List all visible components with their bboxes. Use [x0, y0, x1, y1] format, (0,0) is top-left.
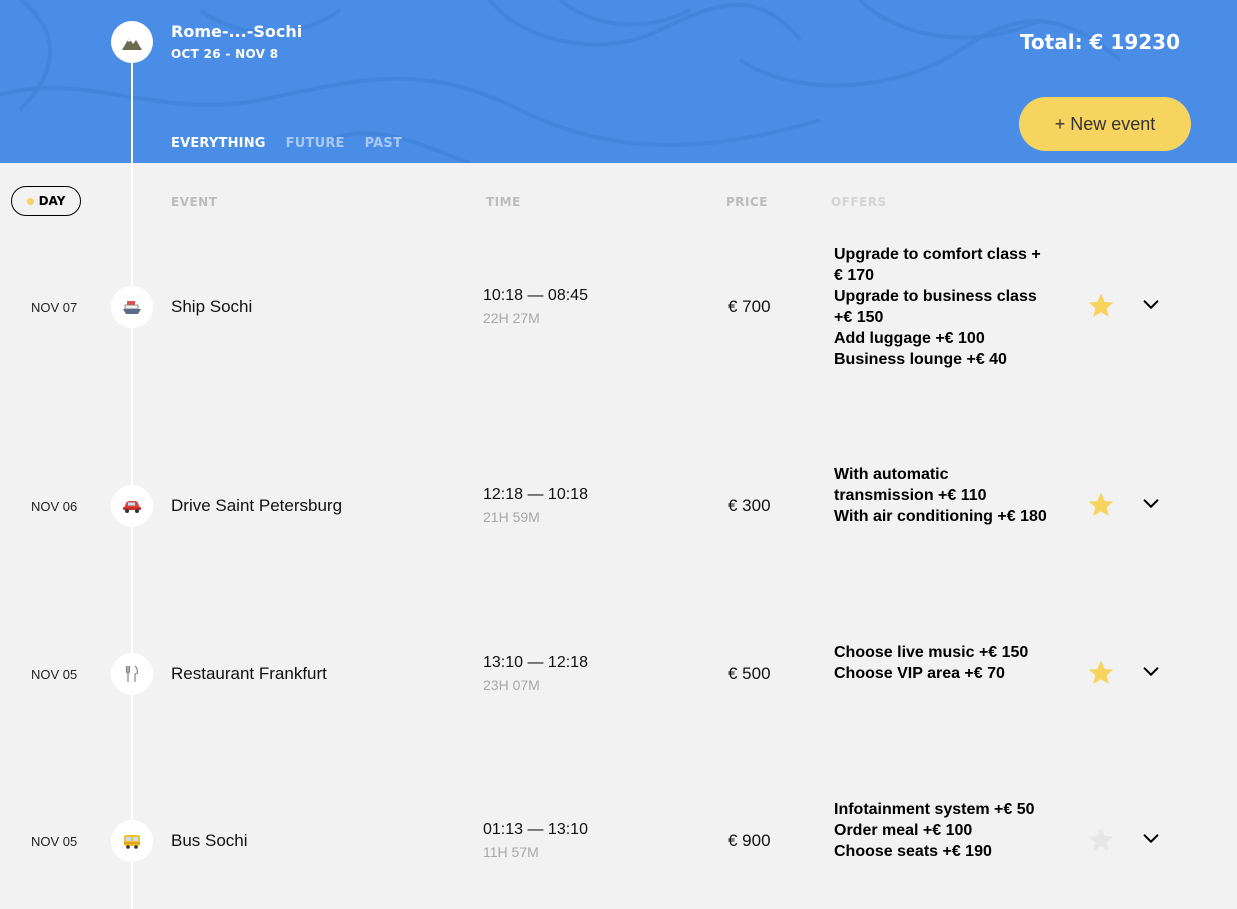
active-sort-dot [26, 197, 34, 205]
event-offers: Choose live music +€ 150 Choose VIP area… [834, 642, 1049, 684]
event-price: € 500 [728, 664, 771, 683]
offer-item: Choose live music +€ 150 [834, 644, 1029, 661]
car-icon [111, 485, 153, 527]
trip-total: Total: € 19230 [1019, 30, 1180, 54]
event-time: 01:13 — 13:10 [483, 821, 588, 838]
offer-item: Choose seats +€ 190 [834, 843, 992, 860]
offer-item: Order meal +€ 100 [834, 822, 973, 839]
trip-dates: OCT 26 - NOV 8 [171, 47, 279, 61]
event-offers: With automatic transmission +€ 110 With … [834, 464, 1049, 527]
offer-item: Add luggage +€ 100 [834, 330, 985, 347]
event-name: Restaurant Frankfurt [171, 664, 327, 683]
column-header-event[interactable]: EVENT [171, 195, 217, 209]
ship-icon [111, 286, 153, 328]
filter-future[interactable]: FUTURE [286, 136, 345, 151]
event-date: NOV 06 [31, 499, 78, 514]
sort-day-label: DAY [38, 194, 66, 208]
chevron-down-icon[interactable] [1140, 294, 1162, 316]
event-date: NOV 05 [31, 834, 78, 849]
event-offers: Upgrade to comfort class +€ 170 Upgrade … [834, 244, 1049, 370]
event-price: € 700 [728, 297, 771, 316]
bus-icon [111, 820, 153, 862]
offer-item: With air conditioning +€ 180 [834, 508, 1047, 525]
favorite-star-icon[interactable] [1087, 826, 1115, 854]
new-event-button[interactable]: + New event [1019, 97, 1191, 151]
event-name: Bus Sochi [171, 831, 248, 850]
offer-item: With automatic transmission +€ 110 [834, 466, 987, 504]
offer-item: Business lounge +€ 40 [834, 351, 1007, 368]
event-date: NOV 05 [31, 667, 78, 682]
event-price: € 900 [728, 831, 771, 850]
column-header-price[interactable]: PRICE [726, 195, 768, 209]
column-header-time[interactable]: TIME [486, 195, 521, 209]
mountain-icon [122, 38, 142, 50]
event-offers: Infotainment system +€ 50 Order meal +€ … [834, 799, 1049, 862]
offer-item: Infotainment system +€ 50 [834, 801, 1035, 818]
event-duration: 21H 59M [483, 509, 540, 525]
event-price: € 300 [728, 496, 771, 515]
event-date: NOV 07 [31, 300, 78, 315]
offer-item: Upgrade to comfort class +€ 170 [834, 246, 1041, 284]
column-header-offers: OFFERS [831, 195, 887, 209]
event-time: 13:10 — 12:18 [483, 654, 588, 671]
sort-day-button[interactable]: DAY [11, 186, 81, 216]
chevron-down-icon[interactable] [1140, 828, 1162, 850]
filter-past[interactable]: PAST [365, 136, 402, 151]
trip-title: Rome-...-Sochi [171, 22, 303, 41]
restaurant-icon [111, 653, 153, 695]
event-name: Ship Sochi [171, 297, 253, 316]
favorite-star-icon[interactable] [1087, 292, 1115, 320]
trip-header: Rome-...-Sochi OCT 26 - NOV 8 Total: € 1… [0, 0, 1237, 163]
favorite-star-icon[interactable] [1087, 491, 1115, 519]
event-time: 10:18 — 08:45 [483, 287, 588, 304]
offer-item: Upgrade to business class +€ 150 [834, 288, 1037, 326]
favorite-star-icon[interactable] [1087, 659, 1115, 687]
chevron-down-icon[interactable] [1140, 493, 1162, 515]
event-duration: 23H 07M [483, 677, 540, 693]
offer-item: Choose VIP area +€ 70 [834, 665, 1005, 682]
chevron-down-icon[interactable] [1140, 661, 1162, 683]
trip-logo [111, 21, 153, 63]
event-time: 12:18 — 10:18 [483, 486, 588, 503]
event-name: Drive Saint Petersburg [171, 496, 343, 515]
event-duration: 22H 27M [483, 310, 540, 326]
filter-everything[interactable]: EVERYTHING [171, 136, 266, 151]
event-duration: 11H 57M [483, 844, 539, 860]
trip-filters: EVERYTHING FUTURE PAST [171, 136, 402, 151]
